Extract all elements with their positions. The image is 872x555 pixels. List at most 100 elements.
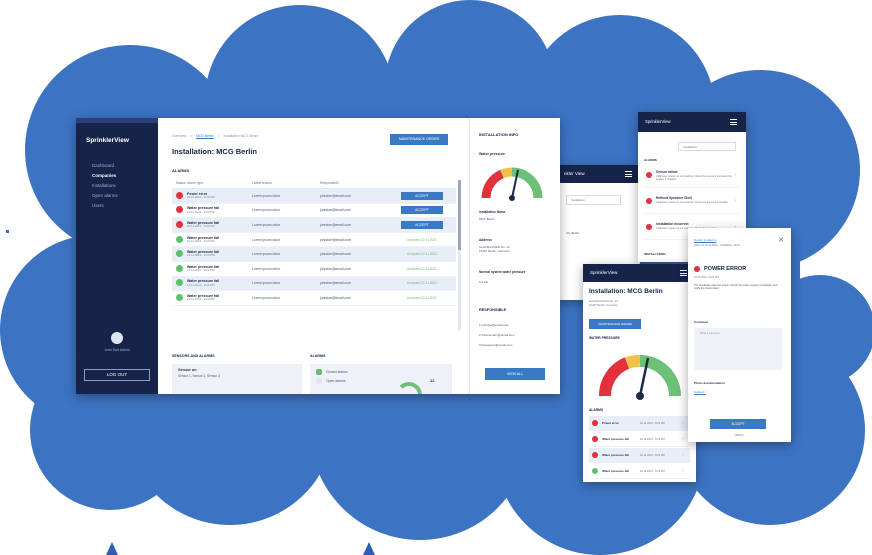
sidebar-nav: Dashboard Companies Installations Open a… xyxy=(76,160,158,211)
table-scrollbar[interactable] xyxy=(458,180,461,330)
accept-button[interactable]: ACCEPT xyxy=(710,419,766,429)
maintenance-order-button[interactable]: MAINTENANCE ORDER xyxy=(589,319,641,329)
alarm-time: 22.11.2021 - 9:20 PM xyxy=(187,224,215,229)
breadcrumb-current: Installation MCG Berlin xyxy=(223,134,259,138)
phone-screen-alarm-detail: Return to Alarms Alarm id: 22.11.2021 - … xyxy=(688,228,791,442)
alarm-type-cell: Water pressure fall 22.11.2021 - 9:20 PM xyxy=(187,279,252,287)
alarm-time: 22.11.2021 - 9:20 PM xyxy=(640,469,665,473)
accept-button[interactable]: ACCEPT xyxy=(401,206,443,215)
alarm-type-cell: Water pressure fall 22.11.2021 - 9:20 PM xyxy=(187,221,252,229)
accept-button[interactable]: ACCEPT xyxy=(401,220,443,229)
phone-brand: SprinklerView xyxy=(645,119,671,124)
installation-select[interactable]: Installation xyxy=(566,195,621,205)
status-dot-icon xyxy=(176,293,183,301)
upload-link[interactable]: Upload ↑ xyxy=(694,390,706,394)
logout-button[interactable]: LOG OUT xyxy=(84,369,150,381)
avatar[interactable] xyxy=(111,332,123,344)
list-item[interactable]: d.k. Berlin xyxy=(566,231,579,235)
photo-label: Photo documentation xyxy=(694,381,725,385)
alarm-name: Installation incorrect xyxy=(656,222,689,226)
alarm-card[interactable]: Refined Sprinkler Shell Cellpower system… xyxy=(644,192,740,214)
close-icon[interactable]: ✕ xyxy=(778,236,784,244)
responsible-cell: johndoe@email.com xyxy=(320,266,351,271)
sidebar-item-dashboard[interactable]: Dashboard xyxy=(76,160,158,170)
sidebar-item-users[interactable]: Users xyxy=(76,201,158,211)
alarm-name: Power error xyxy=(602,421,619,425)
responsible-cell: johndoe@email.com xyxy=(320,208,351,213)
alarms-heading: ALARMS xyxy=(644,158,657,162)
status-cell xyxy=(172,191,187,200)
action-cell: Accepted 22.11.2021 xyxy=(388,281,456,285)
table-row[interactable]: Water pressure fall 22.11.2021 - 9:20 PM L… xyxy=(172,291,456,306)
status-dot-icon xyxy=(592,468,598,474)
installation-heading: INSTALLATION xyxy=(644,252,666,256)
status-dot-icon xyxy=(592,436,598,442)
status-dot-icon xyxy=(176,264,183,272)
menu-icon[interactable] xyxy=(730,119,737,125)
installation-select[interactable]: Installation xyxy=(678,142,736,151)
status-dot-icon xyxy=(646,198,652,204)
view-all-button[interactable]: VIEW ALL xyxy=(485,368,545,380)
back-link[interactable]: BACK xyxy=(688,433,791,437)
table-row[interactable]: Water pressure fall 22.11.2021 - 9:20 PM L… xyxy=(172,247,456,262)
table-row[interactable]: Water pressure fall 22.11.2021 - 9:20 PM L… xyxy=(172,218,456,233)
alarm-name: Refined Sprinkler Shell xyxy=(656,196,693,200)
responsible-cell: johndoe@email.com xyxy=(320,281,351,286)
legend-closed: Closed alarms xyxy=(316,369,446,375)
responsible-item[interactable]: 3 davegreen@email.com xyxy=(479,343,512,347)
alarm-desc: Cellpower system is not working. Check t… xyxy=(656,201,728,204)
table-row[interactable]: Water pressure fall 22.11.2021 - 9:20 PM L… xyxy=(172,233,456,248)
menu-icon[interactable] xyxy=(680,270,687,276)
gauge-hub xyxy=(636,392,644,400)
breadcrumb-company[interactable]: MCG Berlin xyxy=(196,134,214,138)
responsible-item[interactable]: 1 johndoe@email.com xyxy=(479,323,509,327)
accepted-status: Accepted 22.11.2021 xyxy=(407,237,437,242)
sidebar: SprinklerView Dashboard Companies Instal… xyxy=(76,118,158,394)
status-cell xyxy=(172,264,187,273)
error-title-text: POWER ERROR xyxy=(704,266,747,272)
pressure-gauge xyxy=(598,354,681,400)
table-row[interactable]: Water pressure fall 22.11.2021 - 9:20 PM L… xyxy=(172,262,456,277)
sidebar-item-open-alarms[interactable]: Open alarms xyxy=(76,191,158,201)
responsible-heading: RESPONSIBLE xyxy=(479,308,507,312)
comment-field[interactable]: Write a comment... xyxy=(694,328,782,370)
alarm-time: 22.11.2021 - 9:20 PM xyxy=(187,253,215,258)
scrollbar-thumb[interactable] xyxy=(458,180,461,250)
responsible-item[interactable]: 2 francismann@email.com xyxy=(479,333,515,337)
list-item[interactable]: Water pressure fall 22.11.2021 - 9:20 PM › xyxy=(589,464,690,479)
accept-button[interactable]: ACCEPT xyxy=(401,191,443,200)
water-pressure-label: WATER PRESSURE xyxy=(589,336,620,340)
alarm-type-cell: Water pressure fall 22.11.2021 - 9:20 PM xyxy=(187,294,252,302)
menu-icon[interactable] xyxy=(625,171,632,177)
table-row[interactable]: Water pressure fall 22.11.2021 - 9:20 PM L… xyxy=(172,204,456,219)
alarm-desc: Cellpower system is not working. Check t… xyxy=(656,175,732,182)
column-header-lesson[interactable]: Latest lesson xyxy=(252,181,320,185)
status-cell xyxy=(172,279,187,287)
status-cell xyxy=(172,220,187,229)
table-row[interactable]: Water pressure fall 22.11.2021 - 9:20 PM L… xyxy=(172,276,456,292)
list-item[interactable]: Power error 22.11.2021 - 9:20 PM › xyxy=(589,416,690,431)
table-row[interactable]: Power error 22.11.2021 - 9:20 PM Lorem ips… xyxy=(172,189,456,204)
chevron-right-icon: › xyxy=(734,198,736,204)
triangle-marker-left xyxy=(106,542,118,555)
app-logo: SprinklerView xyxy=(86,137,129,144)
maintenance-order-button[interactable]: MAINTENANCE ORDER xyxy=(390,134,448,145)
column-header-type[interactable]: Alarm type xyxy=(187,181,252,185)
sidebar-item-companies[interactable]: Companies xyxy=(76,170,158,180)
list-item[interactable]: Water pressure fall 22.11.2021 - 9:20 PM › xyxy=(589,448,690,463)
column-header-status[interactable]: Status xyxy=(172,181,187,185)
return-link[interactable]: Return to Alarms xyxy=(694,238,716,242)
normal-pressure-value: 6,0 bar xyxy=(479,280,489,284)
sidebar-item-installations[interactable]: Installations xyxy=(76,180,158,190)
phone-header: SprinklerView xyxy=(638,112,746,132)
list-item[interactable]: Water pressure fall 22.11.2021 - 9:20 PM › xyxy=(589,432,690,447)
comment-label: Comment xyxy=(694,320,708,324)
action-cell: Accepted 22.11.2021 xyxy=(388,267,456,271)
alarm-card[interactable]: Sensor failure Cellpower system is not w… xyxy=(644,166,740,188)
alarm-type-cell: Power error 22.11.2021 - 9:20 PM xyxy=(187,192,252,200)
breadcrumb-separator: > xyxy=(190,134,193,138)
info-heading: INSTALLATION INFO xyxy=(479,132,519,137)
column-header-responsible[interactable]: Responsible xyxy=(320,181,388,185)
legend-label: Closed alarms xyxy=(326,370,348,374)
breadcrumb-overview[interactable]: Overview xyxy=(172,134,186,138)
